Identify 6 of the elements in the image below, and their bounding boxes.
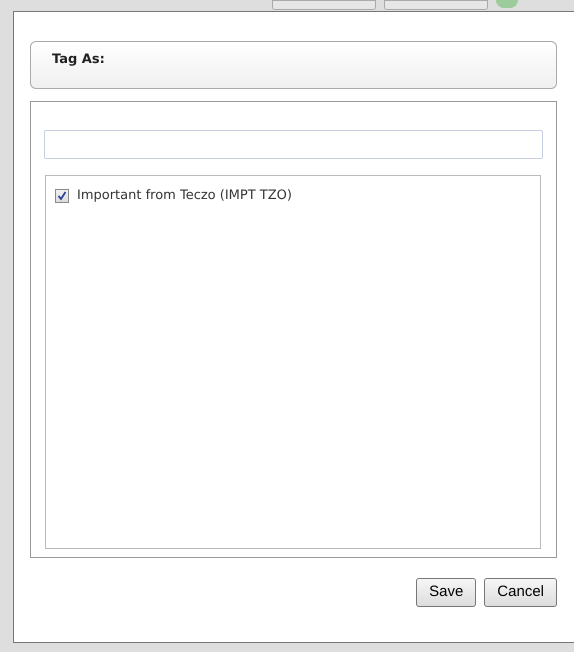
tag-label: Important from Teczo (IMPT TZO)	[77, 187, 292, 205]
search-field[interactable]	[44, 130, 543, 159]
dialog-title: Tag As:	[52, 51, 105, 69]
cancel-button[interactable]: Cancel	[484, 578, 557, 607]
tag-checkbox[interactable]	[55, 188, 69, 203]
save-button[interactable]: Save	[416, 578, 476, 607]
